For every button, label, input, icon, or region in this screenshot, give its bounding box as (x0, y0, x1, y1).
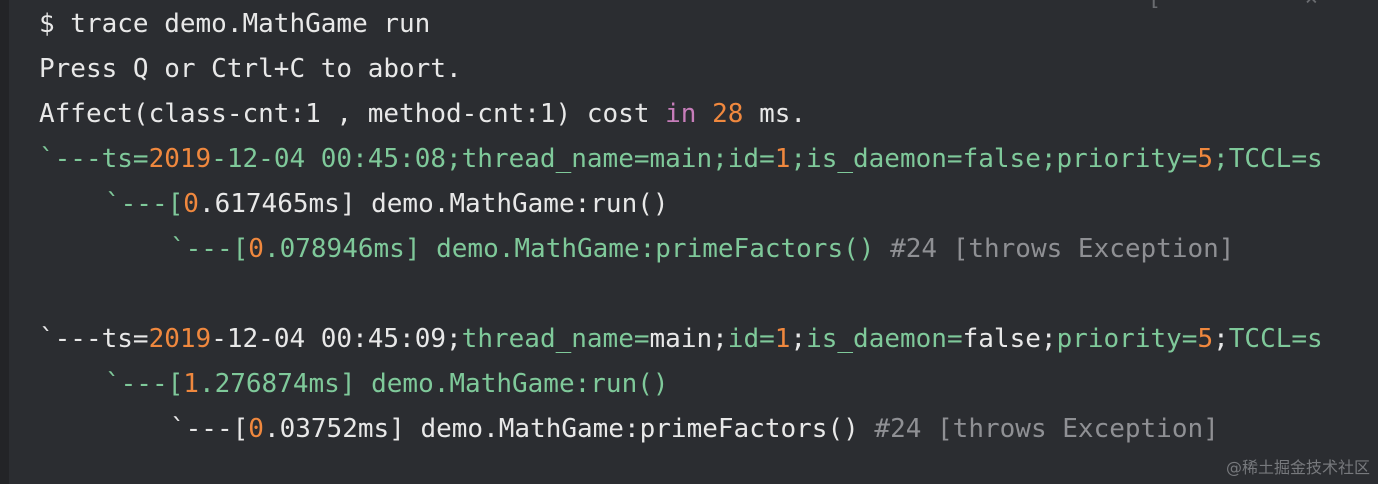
trace-leaf-line: `---[0.03752ms] demo.MathGame:primeFacto… (170, 407, 1219, 452)
affect-text: Affect(class-cnt:1 , method-cnt:1) cost (39, 99, 666, 129)
thread-name-value: main (649, 324, 713, 354)
watermark: @稀土掘金技术社区 (1225, 458, 1370, 477)
separator: ; (712, 324, 728, 354)
trace-time: .03752ms] demo.MathGame:primeFactors() (263, 414, 859, 444)
trace-prefix: `---ts= (39, 144, 149, 174)
trace-prefix: `---[ (170, 414, 249, 444)
trace-meta: ;TCCL=s (1213, 144, 1323, 174)
trace-leaf-line: `---[0.078946ms] demo.MathGame:primeFact… (170, 227, 1234, 272)
trace-time: .276874ms] demo.MathGame:run() (198, 369, 669, 399)
trace-prefix: `---[ (170, 234, 249, 264)
affect-summary-line: Affect(class-cnt:1 , method-cnt:1) cost … (39, 92, 806, 137)
trace-prefix: `---[ (105, 189, 184, 219)
trace-meta: -12-04 00:45:08;thread_name=main;id= (211, 144, 775, 174)
trace-year: 2019 (148, 324, 212, 354)
trace-id: 1 (774, 324, 791, 354)
trace-priority: 5 (1197, 324, 1214, 354)
trace-time-digit: 0 (183, 189, 199, 219)
trace-priority: 5 (1197, 144, 1214, 174)
thread-name-key: thread_name= (461, 324, 650, 354)
trace-time: .078946ms] demo.MathGame:primeFactors() (263, 234, 875, 264)
priority-key: priority= (1056, 324, 1198, 354)
separator: ; (790, 324, 807, 354)
cost-unit: ms. (743, 99, 807, 129)
trace-child-line: `---[1.276874ms] demo.MathGame:run() (105, 362, 669, 407)
trace-time: .617465ms] demo.MathGame:run() (198, 189, 669, 219)
trace-meta: ;is_daemon=false;priority= (790, 144, 1198, 174)
trace-exception: #24 [throws Exception] (874, 234, 1235, 264)
trace-prefix: `---[ (105, 369, 184, 399)
cost-number: 28 (712, 99, 744, 129)
trace-child-line: `---[0.617465ms] demo.MathGame:run() (105, 182, 669, 227)
trace-time-digit: 0 (248, 234, 264, 264)
keyword-in: in (665, 99, 697, 129)
window-controls[interactable]: [ - × (1148, 0, 1344, 11)
daemon-value: false (962, 324, 1041, 354)
separator: ; (1040, 324, 1057, 354)
separator: ; (1213, 324, 1229, 354)
trace-exception: #24 [throws Exception] (858, 414, 1219, 444)
trace-time-digit: 0 (248, 414, 264, 444)
trace-date: -12-04 00:45:09 (211, 324, 447, 354)
trace-year: 2019 (148, 144, 212, 174)
tccl-key: TCCL=s (1228, 324, 1323, 354)
trace-root-line: `---ts=2019-12-04 00:45:08;thread_name=m… (39, 137, 1323, 182)
terminal-window[interactable]: [ - × $ trace demo.MathGame run Press Q … (0, 0, 1378, 484)
trace-prefix: `---ts= (39, 324, 149, 354)
command-line: $ trace demo.MathGame run (39, 9, 431, 39)
abort-hint-line: Press Q or Ctrl+C to abort. (39, 54, 462, 84)
terminal-left-border (0, 0, 9, 484)
trace-time-digit: 1 (183, 369, 199, 399)
daemon-key: is_daemon= (806, 324, 963, 354)
trace-root-line: `---ts=2019-12-04 00:45:09;thread_name=m… (39, 317, 1323, 362)
trace-id: 1 (774, 144, 791, 174)
separator: ; (446, 324, 462, 354)
id-key: id= (727, 324, 775, 354)
